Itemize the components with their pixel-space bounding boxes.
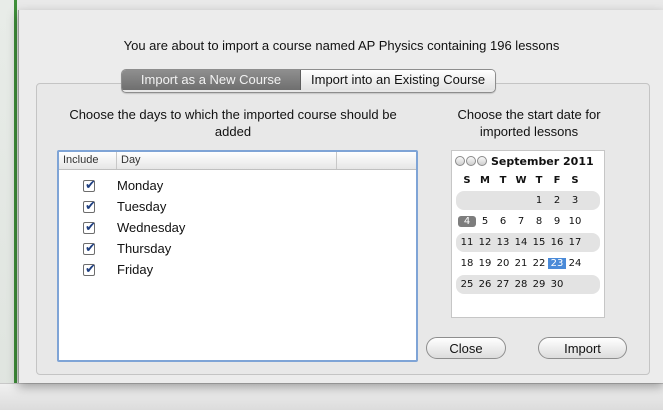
days-table[interactable]: Include Day ✔ Monday ✔ Tuesday ✔ Wednesday ✔ Th… — [57, 150, 418, 362]
calendar-weekday-row: SMTWTFS — [452, 171, 604, 189]
calendar-week-row: 18 19 20 21 22 23 24 — [456, 254, 600, 273]
weekday-label: M — [480, 174, 490, 186]
weekday-label: S — [463, 174, 471, 186]
calendar-day[interactable]: 19 — [476, 258, 494, 269]
calendar-week-row: 4 5 6 7 8 9 10 — [456, 212, 600, 231]
calendar-day[interactable]: 16 — [548, 237, 566, 248]
weekday-label: F — [553, 174, 561, 186]
calendar-day[interactable]: 17 — [566, 237, 584, 248]
table-header: Include Day — [59, 152, 416, 170]
start-date-heading: Choose the start date for imported lesso… — [457, 107, 601, 139]
include-checkbox[interactable]: ✔ — [83, 260, 96, 276]
include-checkbox[interactable]: ✔ — [83, 176, 96, 192]
calendar-day[interactable]: 6 — [494, 216, 512, 227]
calendar-day[interactable]: 18 — [458, 258, 476, 269]
calendar-week-row: 25 26 27 28 29 30 — [456, 275, 600, 294]
column-header-include[interactable]: Include — [59, 152, 117, 169]
day-label: Friday — [117, 262, 154, 277]
table-row[interactable]: ✔ Tuesday — [59, 196, 416, 217]
checkmark-icon: ✔ — [85, 197, 96, 213]
calendar-day[interactable]: 22 — [530, 258, 548, 269]
calendar-day[interactable]: 3 — [566, 195, 584, 206]
calendar-day[interactable]: 1 — [530, 195, 548, 206]
table-row[interactable]: ✔ Monday — [59, 175, 416, 196]
calendar-day[interactable]: 13 — [494, 237, 512, 248]
dialog-title: You are about to import a course named A… — [123, 38, 560, 53]
calendar-day[interactable]: 26 — [476, 279, 494, 290]
calendar-day[interactable]: 2 — [548, 195, 566, 206]
calendar-day[interactable]: 28 — [512, 279, 530, 290]
checkmark-icon: ✔ — [85, 218, 96, 234]
background-accent-bar — [14, 0, 17, 409]
table-row[interactable]: ✔ Thursday — [59, 238, 416, 259]
calendar-week-row: 123 — [456, 191, 600, 210]
day-label: Monday — [117, 178, 164, 193]
day-label: Wednesday — [117, 220, 186, 235]
import-mode-tabs: Import as a New Course Import into an Ex… — [121, 69, 497, 93]
calendar-day[interactable]: 11 — [458, 237, 476, 248]
import-course-sheet: You are about to import a course named A… — [18, 10, 663, 383]
calendar-day[interactable]: 20 — [494, 258, 512, 269]
calendar-day[interactable]: 14 — [512, 237, 530, 248]
close-button[interactable]: Close — [426, 337, 506, 359]
table-row[interactable]: ✔ Wednesday — [59, 217, 416, 238]
checkmark-icon: ✔ — [85, 239, 96, 255]
calendar-day[interactable]: 24 — [566, 258, 584, 269]
weekday-label: T — [499, 174, 507, 186]
calendar-day[interactable]: 21 — [512, 258, 530, 269]
weekday-label: S — [571, 174, 579, 186]
calendar-day[interactable]: 7 — [512, 216, 530, 227]
today-button[interactable] — [466, 156, 476, 166]
checkmark-icon: ✔ — [85, 176, 96, 192]
background-app-strip — [0, 383, 663, 410]
background-app-sidebar — [0, 0, 19, 409]
tab-existing-course[interactable]: Import into an Existing Course — [301, 70, 496, 90]
weekday-label: T — [535, 174, 543, 186]
calendar-day[interactable]: 10 — [566, 216, 584, 227]
include-checkbox[interactable]: ✔ — [83, 197, 96, 213]
calendar-day[interactable]: 27 — [494, 279, 512, 290]
table-body: ✔ Monday ✔ Tuesday ✔ Wednesday ✔ Thursday ✔ Frida… — [59, 170, 416, 280]
days-heading: Choose the days to which the imported co… — [69, 107, 397, 139]
calendar-month-label: September 2011 — [491, 154, 594, 168]
next-month-button[interactable] — [477, 156, 487, 166]
calendar-day[interactable]: 23 — [548, 258, 566, 269]
import-button[interactable]: Import — [538, 337, 627, 359]
tab-new-course[interactable]: Import as a New Course — [122, 70, 301, 90]
calendar-day[interactable]: 9 — [548, 216, 566, 227]
calendar-day[interactable]: 8 — [530, 216, 548, 227]
include-checkbox[interactable]: ✔ — [83, 239, 96, 255]
calendar-day[interactable]: 5 — [476, 216, 494, 227]
date-picker[interactable]: September 2011 SMTWTFS 1 2 3 4 5 6 7 8 9 10 11 12 13… — [451, 150, 605, 318]
calendar-day[interactable]: 12 — [476, 237, 494, 248]
calendar-header: September 2011 — [452, 151, 604, 171]
calendar-day[interactable]: 25 — [458, 279, 476, 290]
checkmark-icon: ✔ — [85, 260, 96, 276]
calendar-day[interactable]: 29 — [530, 279, 548, 290]
day-label: Thursday — [117, 241, 172, 256]
calendar-week-row: 11 12 13 14 15 16 17 — [456, 233, 600, 252]
column-header-day[interactable]: Day — [117, 152, 337, 169]
table-row[interactable]: ✔ Friday — [59, 259, 416, 280]
calendar-grid: 1 2 3 4 5 6 7 8 9 10 11 12 13 14 15 16 17 18 19 20 21 22 23 24 2… — [452, 191, 604, 294]
previous-month-button[interactable] — [455, 156, 465, 166]
calendar-day[interactable]: 15 — [530, 237, 548, 248]
weekday-label: W — [515, 174, 527, 186]
calendar-day[interactable]: 4 — [458, 216, 476, 227]
include-checkbox[interactable]: ✔ — [83, 218, 96, 234]
calendar-day[interactable]: 30 — [548, 279, 566, 290]
day-label: Tuesday — [117, 199, 167, 214]
